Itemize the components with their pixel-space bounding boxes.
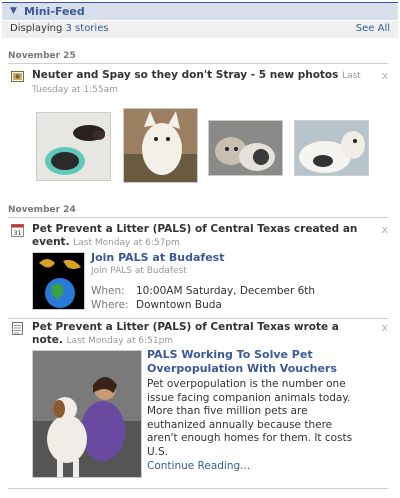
story-count-link[interactable]: 3 stories: [66, 23, 109, 34]
displaying-text: Displaying 3 stories: [10, 23, 109, 34]
remove-story-icon[interactable]: x: [381, 321, 388, 334]
story-title: Pet Prevent a Litter (PALS) of Central T…: [32, 223, 370, 250]
where-label: Where:: [91, 299, 129, 311]
where-value: Downtown Buda: [136, 299, 222, 311]
event-where-row: Where: Downtown Buda: [91, 299, 222, 311]
event-image[interactable]: [32, 252, 85, 310]
photo-thumbnail[interactable]: [123, 108, 198, 183]
event-when-row: When: 10:00AM Saturday, December 6th: [91, 285, 315, 297]
story-title: Pet Prevent a Litter (PALS) of Central T…: [32, 321, 370, 348]
photo-icon: [11, 70, 24, 83]
note-icon: [11, 322, 24, 335]
note-title-link[interactable]: PALS Working To Solve Pet Overpopulation…: [147, 348, 347, 376]
story-title-text[interactable]: Neuter and Spay so they don't Stray - 5 …: [32, 69, 338, 81]
story-title: Neuter and Spay so they don't Stray - 5 …: [32, 69, 370, 97]
note-image[interactable]: [32, 350, 142, 478]
remove-story-icon[interactable]: x: [381, 223, 388, 236]
note-body-text: Pet overpopulation is the number one iss…: [147, 378, 353, 458]
displaying-prefix: Displaying: [10, 23, 66, 34]
story-divider: [8, 488, 388, 489]
feed-subheader: Displaying 3 stories See All: [2, 21, 398, 38]
mini-feed: ▼ Mini-Feed Displaying 3 stories See All…: [0, 0, 400, 498]
story-divider: [8, 318, 388, 319]
date-heading: November 25: [8, 51, 388, 64]
photo-thumbnail[interactable]: [208, 120, 283, 176]
event-title-link[interactable]: Join PALS at Budafest: [91, 251, 224, 264]
see-all-link[interactable]: See All: [356, 23, 390, 34]
photo-thumbnail[interactable]: [294, 120, 369, 176]
calendar-icon: 31: [11, 224, 24, 237]
story-timestamp: Last Monday at 6:51pm: [66, 336, 174, 346]
photo-thumbnail[interactable]: [36, 112, 111, 181]
continue-reading-link[interactable]: Continue Reading...: [147, 460, 250, 472]
collapse-triangle-icon[interactable]: ▼: [10, 6, 17, 16]
when-value: 10:00AM Saturday, December 6th: [136, 285, 316, 297]
event-subtitle: Join PALS at Budafest: [91, 266, 187, 276]
calendar-day-number: 31: [13, 229, 21, 237]
mini-feed-header[interactable]: ▼ Mini-Feed: [2, 2, 398, 20]
mini-feed-title: Mini-Feed: [24, 5, 85, 18]
story-timestamp: Last Monday at 6:57pm: [73, 238, 180, 248]
when-label: When:: [91, 285, 125, 297]
remove-story-icon[interactable]: x: [381, 69, 388, 82]
date-heading: November 24: [8, 205, 388, 218]
